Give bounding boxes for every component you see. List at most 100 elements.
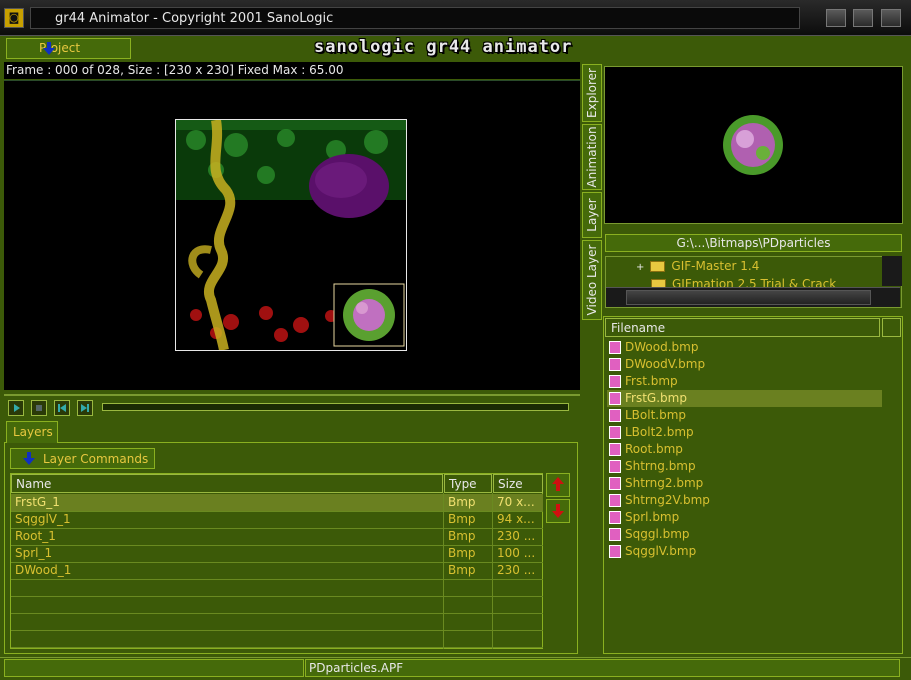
file-name: FrstG.bmp — [625, 391, 687, 405]
column-header-type[interactable]: Type — [444, 474, 492, 493]
layer-name-cell: FrstG_1 — [15, 495, 60, 509]
close-button[interactable] — [881, 9, 901, 27]
app-icon[interactable]: ◙ — [4, 8, 24, 28]
previous-frame-button[interactable] — [54, 400, 70, 416]
file-name: DWood.bmp — [625, 340, 699, 354]
layer-type-cell: Bmp — [448, 529, 476, 543]
table-row[interactable]: Root_1 Bmp 230 ... — [11, 528, 543, 545]
tab-explorer[interactable]: Explorer — [582, 64, 602, 122]
expand-icon[interactable]: + — [636, 262, 644, 273]
layer-size-cell: 230 ... — [497, 563, 536, 577]
fast-forward-icon — [81, 404, 89, 412]
column-header-filename[interactable]: Filename — [605, 318, 880, 337]
window-title: gr44 Animator - Copyright 2001 SanoLogic — [30, 7, 800, 29]
file-name: Shtrng2V.bmp — [625, 493, 710, 507]
bitmap-file-icon — [609, 460, 621, 473]
file-item[interactable]: Shtrng2.bmp — [607, 475, 882, 492]
minimize-button[interactable] — [826, 9, 846, 27]
bitmap-file-icon — [609, 341, 621, 354]
file-name: SqgglV.bmp — [625, 544, 697, 558]
tab-animation[interactable]: Animation — [582, 124, 602, 190]
column-header-size[interactable]: Size — [493, 474, 543, 493]
play-button[interactable] — [8, 400, 24, 416]
layer-size-cell: 94 x... — [497, 512, 535, 526]
next-frame-button[interactable] — [77, 400, 93, 416]
file-item[interactable]: LBolt.bmp — [607, 407, 882, 424]
layer-type-cell: Bmp — [448, 512, 476, 526]
grid-column-line — [443, 493, 444, 649]
column-header-extra[interactable] — [882, 318, 901, 337]
layer-type-cell: Bmp — [448, 495, 476, 509]
table-row[interactable]: DWood_1 Bmp 230 ... — [11, 562, 543, 579]
file-name: Sprl.bmp — [625, 510, 680, 524]
grid-column-line — [492, 493, 493, 649]
grid-line — [11, 647, 543, 648]
file-item[interactable]: LBolt2.bmp — [607, 424, 882, 441]
file-item[interactable]: Shtrng2V.bmp — [607, 492, 882, 509]
project-menu-button[interactable]: Project — [6, 38, 131, 59]
table-row[interactable]: SqgglV_1 Bmp 94 x... — [11, 511, 543, 528]
frame-image[interactable] — [175, 119, 407, 351]
file-name: Root.bmp — [625, 442, 683, 456]
brand-logo: sanologic gr44 animator — [314, 37, 573, 57]
tree-horizontal-scrollbar[interactable] — [606, 287, 900, 307]
tree-vertical-scrollbar[interactable] — [882, 256, 902, 286]
file-item[interactable]: SqgglV.bmp — [607, 543, 882, 560]
layer-name-cell: Root_1 — [15, 529, 56, 543]
bitmap-file-icon — [609, 409, 621, 422]
status-panel-left — [4, 659, 304, 677]
maximize-button[interactable] — [853, 9, 873, 27]
layer-order-buttons — [546, 473, 572, 525]
preview-image — [723, 115, 783, 175]
file-item[interactable]: Frst.bmp — [607, 373, 882, 390]
move-layer-up-button[interactable] — [546, 473, 570, 497]
stop-icon — [36, 405, 42, 411]
move-layer-down-button[interactable] — [546, 499, 570, 523]
rewind-icon — [58, 404, 66, 412]
file-item[interactable]: Shtrng.bmp — [607, 458, 882, 475]
layer-size-cell: 100 ... — [497, 546, 536, 560]
tab-video-layer[interactable]: Video Layer — [582, 240, 602, 320]
stop-button[interactable] — [31, 400, 47, 416]
bitmap-file-icon — [609, 511, 621, 524]
arrow-down-icon — [552, 504, 564, 518]
layer-name-cell: DWood_1 — [15, 563, 72, 577]
folder-icon — [650, 261, 666, 272]
bitmap-file-icon — [609, 426, 621, 439]
layer-name-cell: SqgglV_1 — [15, 512, 71, 526]
bitmap-file-icon — [609, 358, 621, 371]
file-item[interactable]: Root.bmp — [607, 441, 882, 458]
file-item[interactable]: Sqggl.bmp — [607, 526, 882, 543]
layer-name-cell: Sprl_1 — [15, 546, 53, 560]
bitmap-file-icon — [609, 494, 621, 507]
file-item[interactable]: DWoodV.bmp — [607, 356, 882, 373]
layer-type-cell: Bmp — [448, 563, 476, 577]
bitmap-file-icon — [609, 528, 621, 541]
layer-size-cell: 230 ... — [497, 529, 536, 543]
frame-slider[interactable] — [102, 403, 569, 411]
layer-size-cell: 70 x... — [497, 495, 535, 509]
column-header-name[interactable]: Name — [11, 474, 443, 493]
empty-table-row — [11, 596, 543, 613]
bitmap-file-icon — [609, 443, 621, 456]
folder-item[interactable]: + GIF-Master 1.4 — [636, 259, 759, 273]
file-item[interactable]: FrstG.bmp — [607, 390, 882, 407]
file-item[interactable]: DWood.bmp — [607, 339, 882, 356]
file-item[interactable]: Sprl.bmp — [607, 509, 882, 526]
file-name: Sqggl.bmp — [625, 527, 690, 541]
scroll-thumb[interactable] — [626, 290, 871, 305]
bitmap-file-icon — [609, 392, 621, 405]
arrow-up-icon — [552, 477, 564, 491]
arrow-down-icon — [43, 42, 55, 55]
table-row[interactable]: Sprl_1 Bmp 100 ... — [11, 545, 543, 562]
empty-table-row — [11, 579, 543, 596]
tab-layer[interactable]: Layer — [582, 192, 602, 238]
file-name: DWoodV.bmp — [625, 357, 706, 371]
status-project-file: PDparticles.APF — [305, 659, 900, 677]
file-name: LBolt.bmp — [625, 408, 687, 422]
tab-layers[interactable]: Layers — [6, 421, 58, 443]
file-name: Shtrng.bmp — [625, 459, 696, 473]
layer-commands-button[interactable]: Layer Commands — [10, 448, 155, 469]
current-path[interactable]: G:\...\Bitmaps\PDparticles — [605, 234, 902, 252]
table-row[interactable]: FrstG_1 Bmp 70 x... — [11, 494, 543, 511]
